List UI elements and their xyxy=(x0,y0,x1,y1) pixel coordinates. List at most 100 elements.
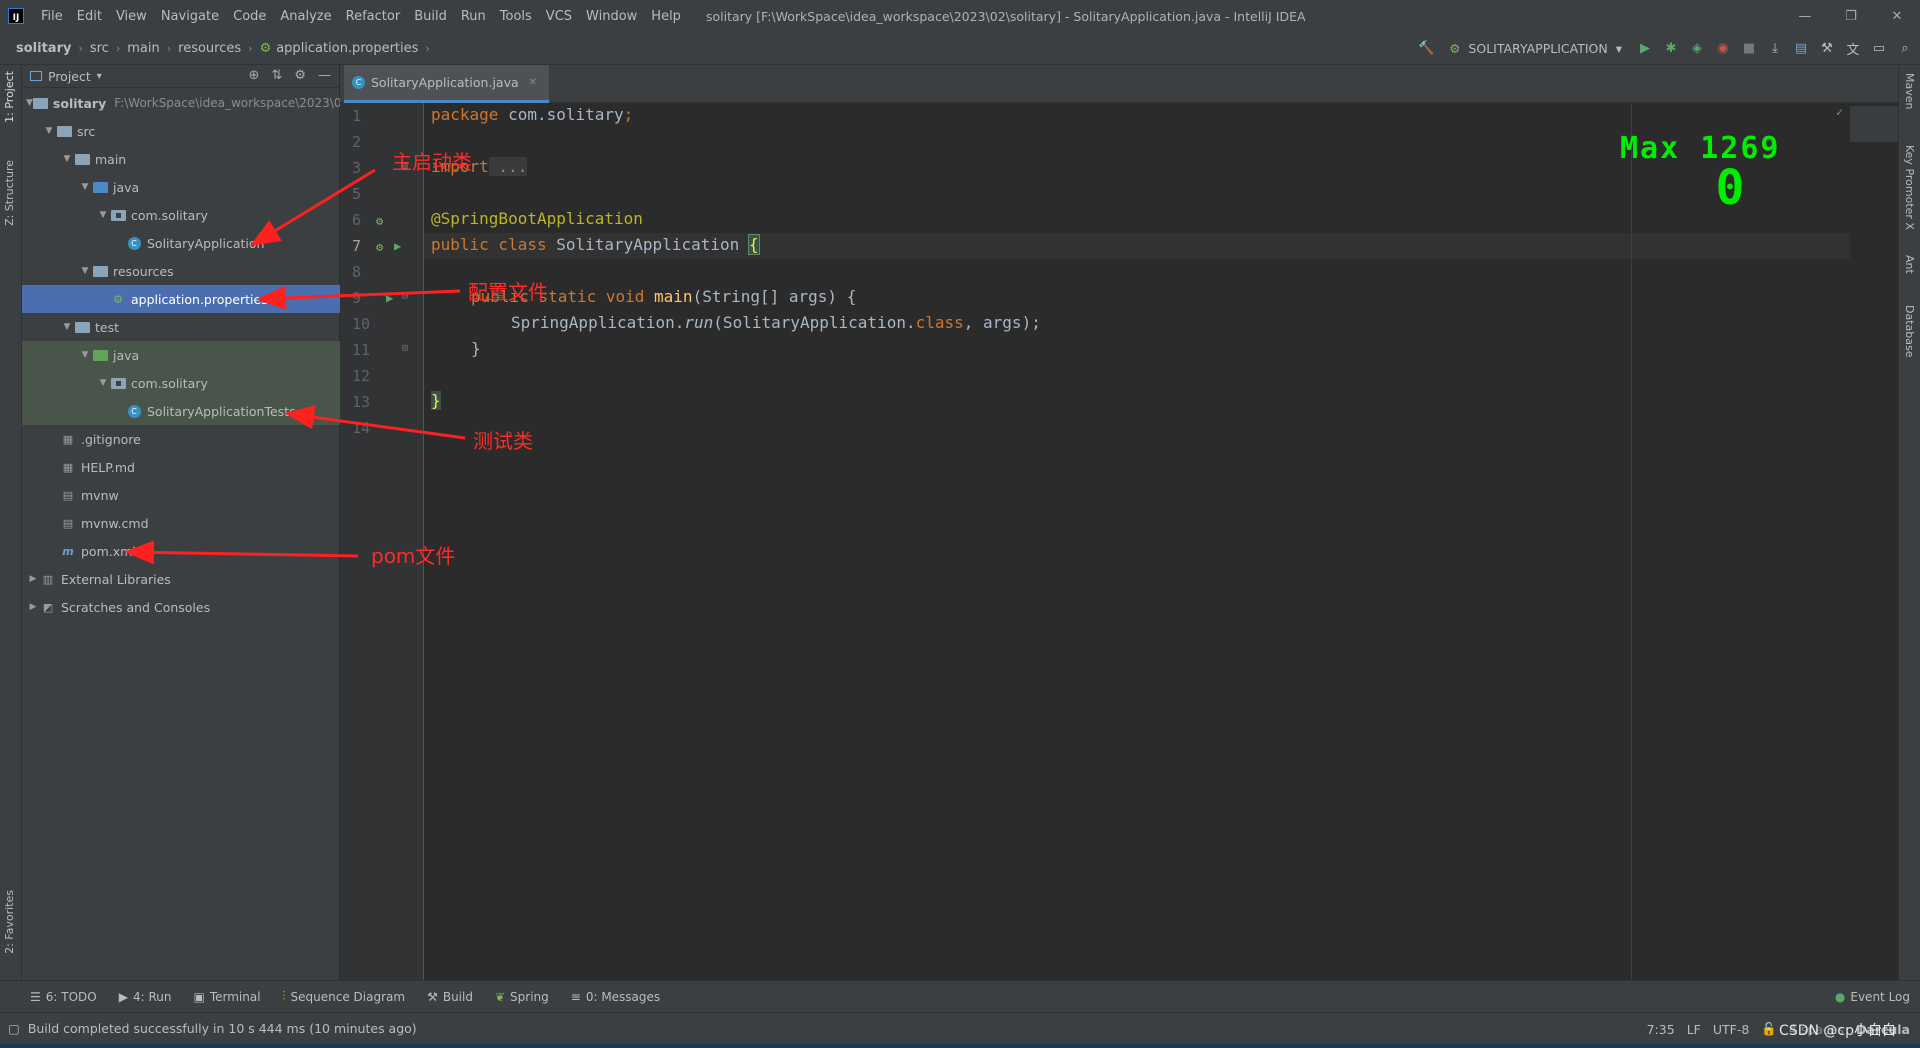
presentation-icon[interactable]: ▭ xyxy=(1868,37,1890,59)
tab-spring[interactable]: ❦ Spring xyxy=(495,990,549,1004)
expand-arrow-icon[interactable]: ▶ xyxy=(26,602,40,612)
tree-item-scratches[interactable]: ▶ ◩ Scratches and Consoles xyxy=(22,593,340,621)
tree-item-test-java[interactable]: ▼ java xyxy=(22,341,340,369)
tab-key-promoter[interactable]: Key Promoter X xyxy=(1903,145,1916,230)
tab-run[interactable]: ▶ 4: Run xyxy=(119,990,172,1004)
expand-arrow-icon[interactable]: ▼ xyxy=(26,98,33,108)
menu-file[interactable]: File xyxy=(34,9,70,24)
expand-arrow-icon[interactable]: ▼ xyxy=(96,210,110,220)
tree-item-test[interactable]: ▼ test xyxy=(22,313,340,341)
spring-bean-icon[interactable]: ⚙ xyxy=(376,240,388,254)
menu-edit[interactable]: Edit xyxy=(70,9,109,24)
menu-navigate[interactable]: Navigate xyxy=(154,9,226,24)
close-icon[interactable]: ✕ xyxy=(1874,0,1920,32)
close-tab-icon[interactable]: ✕ xyxy=(529,77,537,88)
spring-bean-icon[interactable]: ⚙ xyxy=(376,214,388,228)
collapse-all-icon[interactable]: ⇅ xyxy=(271,68,282,83)
vcs-update-icon[interactable]: ⤓ xyxy=(1764,37,1786,59)
run-gutter-icon[interactable]: ▶ xyxy=(386,291,398,305)
fold-icon[interactable]: ⊟ xyxy=(402,291,414,303)
menu-window[interactable]: Window xyxy=(579,9,644,24)
tab-terminal[interactable]: ▣ Terminal xyxy=(193,990,260,1004)
fold-icon[interactable]: ⊟ xyxy=(402,343,414,355)
tab-favorites[interactable]: 2: Favorites xyxy=(3,890,16,954)
tree-item-java[interactable]: ▼ java xyxy=(22,173,340,201)
tree-item-solitary[interactable]: ▼ solitary F:\WorkSpace\idea_workspace\2… xyxy=(22,89,353,117)
caret-position[interactable]: 7:35 xyxy=(1647,1022,1675,1037)
tab-sequence-diagram[interactable]: ⫶ Sequence Diagram xyxy=(283,989,406,1004)
tree-item-solitary-application[interactable]: C SolitaryApplication xyxy=(22,229,340,257)
breadcrumb-resources[interactable]: resources xyxy=(178,41,241,56)
tree-item-mvnw-cmd[interactable]: ▤ mvnw.cmd xyxy=(22,509,340,537)
tree-item-resources[interactable]: ▼ resources xyxy=(22,257,340,285)
tab-solitary-application-java[interactable]: C SolitaryApplication.java ✕ xyxy=(344,65,550,103)
expand-arrow-icon[interactable]: ▼ xyxy=(60,322,74,332)
tab-messages[interactable]: ≡ 0: Messages xyxy=(571,990,660,1004)
settings-icon[interactable]: ⚒ xyxy=(1816,37,1838,59)
minimize-icon[interactable]: — xyxy=(1782,0,1828,32)
expand-arrow-icon[interactable]: ▶ xyxy=(26,574,40,584)
tree-item-tests-class[interactable]: C SolitaryApplicationTests xyxy=(22,397,340,425)
tree-item-gitignore[interactable]: ▦ .gitignore xyxy=(22,425,340,453)
menu-analyze[interactable]: Analyze xyxy=(273,9,338,24)
tree-item-mvnw[interactable]: ▤ mvnw xyxy=(22,481,340,509)
gear-icon[interactable]: ⚙ xyxy=(294,68,306,83)
run-gutter-icon[interactable]: ▶ xyxy=(394,239,406,253)
breadcrumb-src[interactable]: src xyxy=(90,41,109,56)
menu-view[interactable]: View xyxy=(109,9,154,24)
expand-arrow-icon[interactable]: ▼ xyxy=(96,378,110,388)
breadcrumb-main[interactable]: main xyxy=(127,41,159,56)
tab-build[interactable]: ⚒ Build xyxy=(427,990,473,1004)
project-structure-icon[interactable]: ▤ xyxy=(1790,37,1812,59)
restore-icon[interactable]: ❐ xyxy=(1828,0,1874,32)
menu-tools[interactable]: Tools xyxy=(493,9,539,24)
status-message[interactable]: Build completed successfully in 10 s 444… xyxy=(28,1021,417,1036)
coverage-icon[interactable]: ◈ xyxy=(1686,37,1708,59)
breadcrumb-file[interactable]: ⚙ application.properties xyxy=(260,41,419,56)
tree-item-src[interactable]: ▼ src xyxy=(22,117,340,145)
debug-icon[interactable]: ✱ xyxy=(1660,37,1682,59)
tab-todo[interactable]: ☰ 6: TODO xyxy=(30,990,97,1004)
locate-icon[interactable]: ⊕ xyxy=(249,68,260,83)
file-encoding[interactable]: UTF-8 xyxy=(1713,1022,1749,1037)
tree-item-test-package[interactable]: ▼ com.solitary xyxy=(22,369,340,397)
profile-icon[interactable]: ◉ xyxy=(1712,37,1734,59)
tree-item-application-properties[interactable]: ⚙ application.properties xyxy=(22,285,340,313)
search-icon[interactable]: ⌕ xyxy=(1894,37,1916,59)
project-view-select[interactable]: Project xyxy=(48,69,91,84)
tab-structure[interactable]: Z: Structure xyxy=(3,160,16,226)
hide-icon[interactable]: — xyxy=(318,68,331,83)
tab-database[interactable]: Database xyxy=(1903,305,1916,358)
menu-help[interactable]: Help xyxy=(644,9,688,24)
expand-arrow-icon[interactable]: ▼ xyxy=(42,126,56,136)
menu-run[interactable]: Run xyxy=(454,9,493,24)
breadcrumb-solitary[interactable]: solitary xyxy=(16,41,71,56)
stop-icon[interactable]: ■ xyxy=(1738,37,1760,59)
line-separator[interactable]: LF xyxy=(1687,1022,1701,1037)
translate-icon[interactable]: 文 xyxy=(1842,37,1864,59)
chevron-down-icon[interactable]: ▾ xyxy=(97,71,102,82)
run-icon[interactable]: ▶ xyxy=(1634,37,1656,59)
code-editor[interactable]: 1 2 3 5 6 7 8 9 10 11 12 13 14 ⚙ ⚙ ▶ ▶ ⊞… xyxy=(340,103,1898,980)
tree-item-pom[interactable]: m pom.xml xyxy=(22,537,340,565)
expand-arrow-icon[interactable]: ▼ xyxy=(78,182,92,192)
expand-arrow-icon[interactable]: ▼ xyxy=(78,266,92,276)
status-toggle-icon[interactable]: ▢ xyxy=(8,1021,20,1036)
tree-item-package[interactable]: ▼ com.solitary xyxy=(22,201,340,229)
menu-vcs[interactable]: VCS xyxy=(539,9,579,24)
tab-ant[interactable]: Ant xyxy=(1903,255,1916,274)
tab-maven[interactable]: Maven xyxy=(1903,73,1916,109)
tree-item-main[interactable]: ▼ main xyxy=(22,145,340,173)
run-config-select[interactable]: ⚙ SOLITARYAPPLICATION ▾ xyxy=(1441,36,1630,60)
lock-icon[interactable]: 🔓 xyxy=(1761,1021,1777,1037)
expand-arrow-icon[interactable]: ▼ xyxy=(78,350,92,360)
menu-code[interactable]: Code xyxy=(226,9,273,24)
tab-event-log[interactable]: ● Event Log xyxy=(1835,990,1910,1004)
build-hammer-icon[interactable]: 🔨 xyxy=(1415,37,1437,59)
code-minimap[interactable] xyxy=(1850,106,1898,142)
expand-arrow-icon[interactable]: ▼ xyxy=(60,154,74,164)
tree-item-help-md[interactable]: ▦ HELP.md xyxy=(22,453,340,481)
menu-build[interactable]: Build xyxy=(407,9,454,24)
tab-project[interactable]: 1: Project xyxy=(3,71,16,123)
tree-item-external-libraries[interactable]: ▶ ▥ External Libraries xyxy=(22,565,340,593)
